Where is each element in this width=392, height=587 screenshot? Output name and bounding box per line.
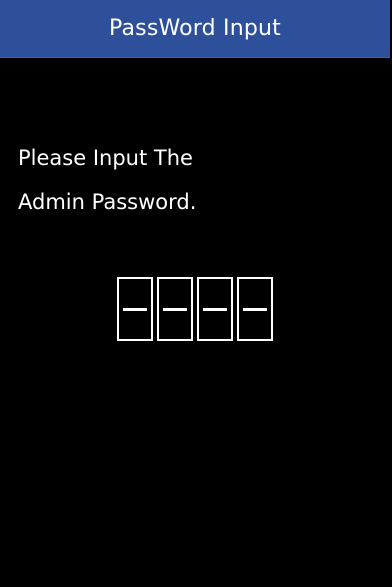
- password-input[interactable]: [117, 277, 273, 341]
- prompt-line-1: Please Input The: [18, 146, 193, 170]
- prompt-line-2: Admin Password.: [18, 190, 197, 214]
- empty-digit-dash: [163, 308, 187, 311]
- password-digit-box-1[interactable]: [117, 277, 153, 341]
- empty-digit-dash: [243, 308, 267, 311]
- password-prompt: Please Input The Admin Password.: [18, 136, 196, 224]
- title-bar: PassWord Input: [0, 0, 390, 58]
- empty-digit-dash: [123, 308, 147, 311]
- page-title: PassWord Input: [109, 16, 281, 41]
- password-input-screen: PassWord Input Please Input The Admin Pa…: [0, 0, 392, 587]
- password-digit-box-4[interactable]: [237, 277, 273, 341]
- empty-digit-dash: [203, 308, 227, 311]
- password-digit-box-2[interactable]: [157, 277, 193, 341]
- password-digit-box-3[interactable]: [197, 277, 233, 341]
